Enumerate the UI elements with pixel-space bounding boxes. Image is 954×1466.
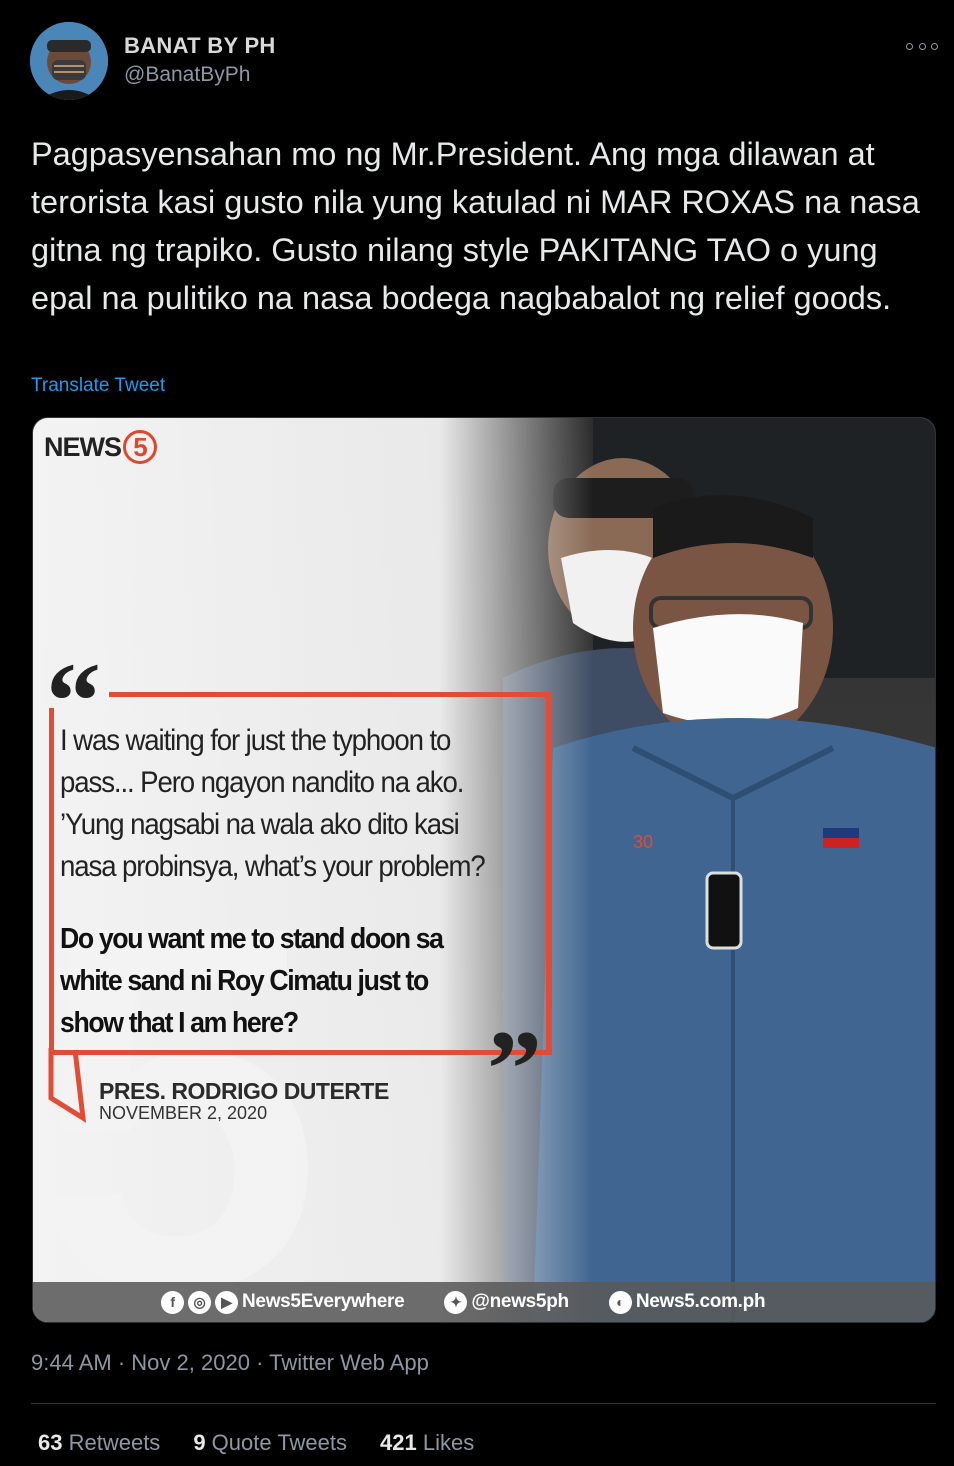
tweet-text: Pagpasyensahan mo ng Mr.President. Ang m…	[31, 136, 920, 316]
twitter-handle: @news5ph	[471, 1291, 569, 1312]
author-name[interactable]: BANAT BY PH	[124, 33, 276, 59]
more-options-icon[interactable]	[906, 36, 938, 56]
meta-separator: ·	[256, 1350, 270, 1375]
quote-line: ’Yung nagsabi na wala ako dito kasi	[60, 808, 460, 841]
tweet-meta: 9:44 AM · Nov 2, 2020 · Twitter Web App	[31, 1350, 429, 1376]
quote-line: nasa probinsya, what’s your problem?	[60, 850, 486, 883]
quote-attribution-name: PRES. RODRIGO DUTERTE	[99, 1078, 389, 1104]
quote-tweets-stat[interactable]: 9 Quote Tweets	[193, 1430, 347, 1456]
social-handle: News5Everywhere	[242, 1291, 405, 1312]
instagram-icon: ◎	[188, 1290, 211, 1314]
quote-bold-line: Do you want me to stand doon sa	[60, 923, 444, 955]
media-footer-bar: f ◎ ▶ News5Everywhere ✦ @news5ph ◐ News5…	[33, 1282, 935, 1322]
retweets-stat[interactable]: 63 Retweets	[38, 1430, 160, 1456]
likes-count: 421	[380, 1430, 423, 1455]
meta-separator: ·	[117, 1350, 132, 1375]
likes-label: Likes	[422, 1430, 475, 1455]
tweet-stats: 63 Retweets 9 Quote Tweets 421 Likes	[38, 1430, 507, 1456]
likes-stat[interactable]: 421 Likes	[380, 1430, 474, 1456]
quote-attribution-date: NOVEMBER 2, 2020	[99, 1103, 268, 1123]
facebook-icon: f	[161, 1290, 184, 1314]
globe-icon: ◐	[608, 1290, 632, 1314]
quote-bold-line: white sand ni Roy Cimatu just to	[60, 965, 429, 997]
tweet-media-image[interactable]: 30 5 NEWS 5 “ I was waiting for just the…	[32, 417, 936, 1323]
tweet: BANAT BY PH @BanatByPh Pagpasyensahan mo…	[0, 0, 954, 1466]
website-url: News5.com.ph	[635, 1291, 766, 1312]
tweet-date[interactable]: Nov 2, 2020	[131, 1350, 250, 1375]
quote-close-mark: ”	[487, 1008, 542, 1130]
news5-logo-text: NEWS	[44, 431, 122, 462]
quote-open-mark: “	[42, 646, 109, 756]
twitter-icon: ✦	[444, 1290, 468, 1314]
author-handle[interactable]: @BanatByPh	[124, 63, 250, 87]
quote-text: I was waiting for just the typhoon to pa…	[60, 720, 538, 888]
quote-bold-text: Do you want me to stand doon sa white sa…	[60, 918, 538, 1044]
social-group: f ◎ ▶ News5Everywhere	[161, 1290, 405, 1314]
tweet-time[interactable]: 9:44 AM	[31, 1350, 112, 1375]
quote-line: pass... Pero ngayon nandito na ako.	[60, 766, 464, 799]
retweets-label: Retweets	[68, 1430, 161, 1455]
divider	[31, 1403, 936, 1404]
quote-tweets-count: 9	[193, 1430, 212, 1455]
news5-logo-number: 5	[123, 430, 157, 464]
youtube-icon: ▶	[215, 1290, 238, 1314]
tweet-source[interactable]: Twitter Web App	[269, 1350, 429, 1375]
quote-tweets-label: Quote Tweets	[211, 1430, 348, 1455]
website-group: ◐ News5.com.ph	[608, 1290, 766, 1314]
quote-bold-line: show that I am here?	[60, 1007, 299, 1039]
translate-tweet-link[interactable]: Translate Tweet	[31, 375, 165, 397]
twitter-group: ✦ @news5ph	[444, 1290, 569, 1314]
retweets-count: 63	[38, 1430, 69, 1455]
quote-line: I was waiting for just the typhoon to	[60, 724, 451, 757]
news5-logo: NEWS 5	[44, 430, 157, 464]
avatar[interactable]	[30, 22, 108, 100]
